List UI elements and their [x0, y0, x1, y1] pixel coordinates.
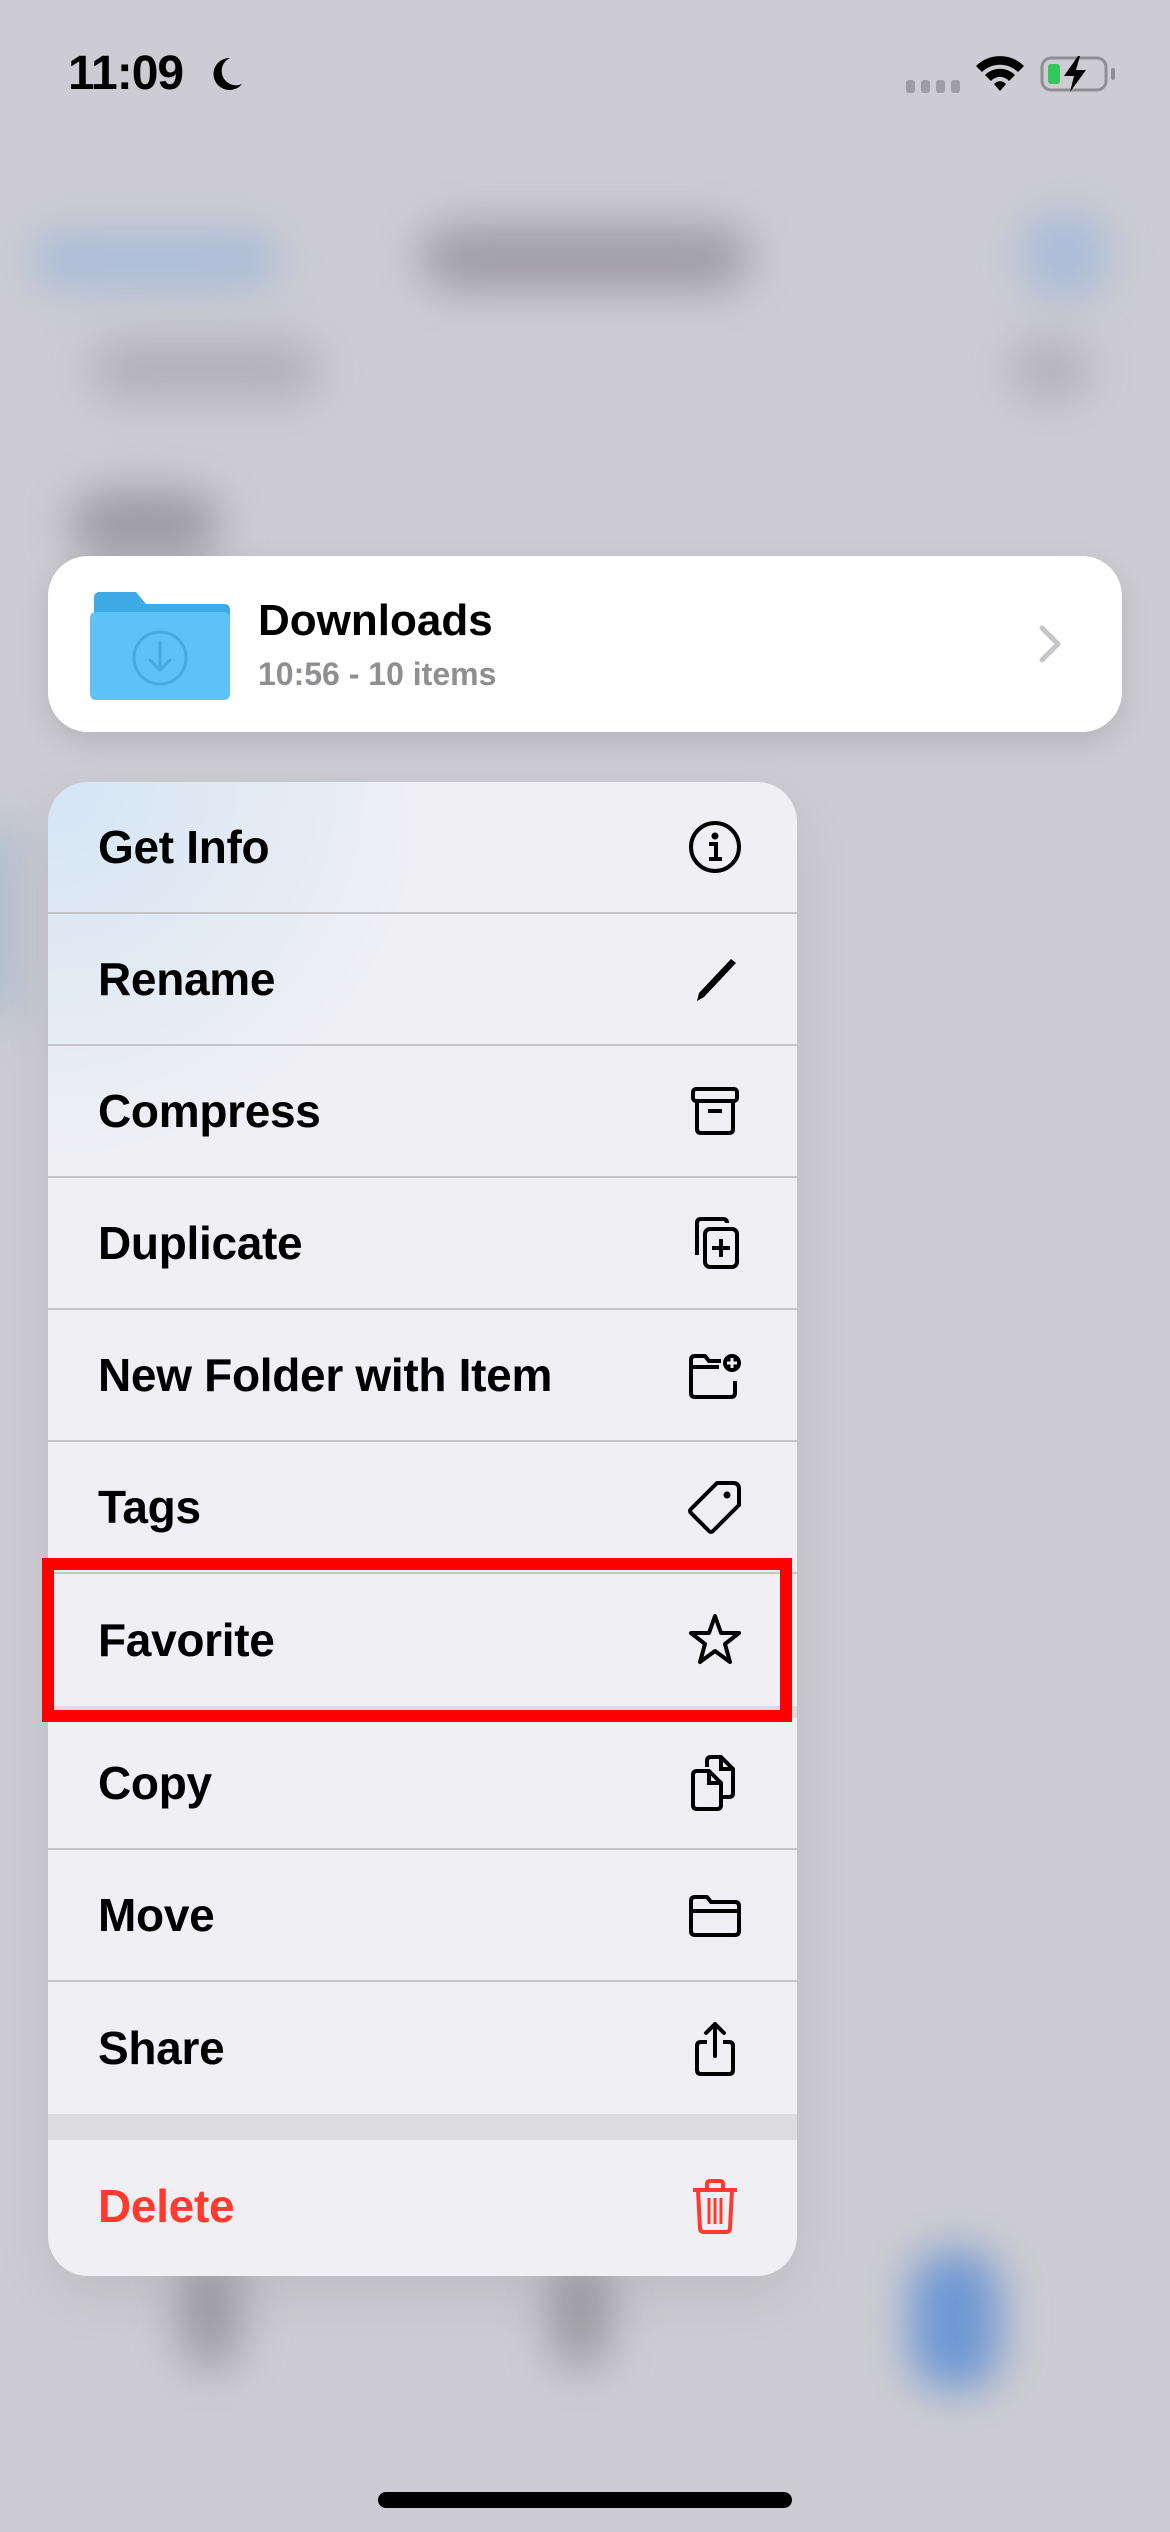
share-icon: [687, 2020, 743, 2076]
pencil-icon: [687, 951, 743, 1007]
downloads-folder-icon: [90, 592, 230, 700]
folder-preview-card[interactable]: Downloads 10:56 - 10 items: [48, 556, 1122, 732]
menu-item-duplicate[interactable]: Duplicate: [48, 1178, 797, 1310]
menu-item-new-folder-with-item[interactable]: New Folder with Item: [48, 1310, 797, 1442]
menu-item-move[interactable]: Move: [48, 1850, 797, 1982]
menu-item-label: Get Info: [98, 821, 270, 873]
info-circle-icon: [687, 819, 743, 875]
menu-separator: [48, 1706, 797, 1718]
chevron-right-icon: [1039, 625, 1061, 663]
folder-title: Downloads: [258, 596, 493, 645]
wifi-icon: [976, 56, 1024, 91]
menu-section-gap: [48, 2114, 797, 2140]
menu-item-favorite[interactable]: Favorite: [48, 1574, 797, 1706]
status-time: 11:09: [68, 47, 184, 100]
menu-item-label: Share: [98, 2022, 225, 2074]
blurred-tab-1: [180, 2260, 240, 2370]
blurred-row: [90, 340, 320, 400]
archive-box-icon: [687, 1083, 743, 1139]
cellular-signal-icon: [906, 80, 960, 93]
menu-item-label: Favorite: [98, 1614, 275, 1666]
battery-charging-icon: [1040, 56, 1115, 92]
home-indicator[interactable]: [378, 2492, 792, 2508]
menu-item-label: Tags: [98, 1481, 201, 1533]
folder-icon: [687, 1887, 743, 1943]
menu-item-rename[interactable]: Rename: [48, 914, 797, 1046]
tag-icon: [687, 1479, 743, 1535]
blurred-row-accessory: [1010, 340, 1090, 400]
menu-item-get-info[interactable]: Get Info: [48, 782, 797, 914]
folder-subtitle: 10:56 - 10 items: [258, 656, 497, 692]
menu-item-label: Duplicate: [98, 1217, 303, 1269]
blurred-back-button: [30, 230, 280, 290]
blurred-nav-title: [420, 225, 750, 290]
menu-item-label: Move: [98, 1889, 215, 1941]
star-icon: [687, 1612, 743, 1668]
folder-badge-plus-icon: [687, 1347, 743, 1403]
duplicate-plus-icon: [687, 1215, 743, 1271]
blurred-tab-3: [910, 2250, 1000, 2390]
menu-item-copy[interactable]: Copy: [48, 1718, 797, 1850]
status-bar: 11:09: [0, 0, 1170, 140]
menu-item-tags[interactable]: Tags: [48, 1442, 797, 1574]
blurred-edge: [0, 820, 20, 1020]
menu-item-label: Rename: [98, 953, 276, 1005]
menu-item-share[interactable]: Share: [48, 1982, 797, 2114]
menu-item-label: Delete: [98, 2180, 235, 2232]
menu-item-delete[interactable]: Delete: [48, 2140, 797, 2272]
blurred-section-header: [70, 490, 220, 560]
trash-icon: [687, 2178, 743, 2234]
menu-item-label: Copy: [98, 1757, 212, 1809]
moon-icon: [213, 57, 242, 90]
menu-item-compress[interactable]: Compress: [48, 1046, 797, 1178]
blurred-tab-2: [550, 2260, 610, 2370]
context-menu: Get Info Rename Compress Duplicate New F…: [48, 782, 797, 2276]
menu-item-label: New Folder with Item: [98, 1349, 553, 1401]
menu-item-label: Compress: [98, 1085, 321, 1137]
blurred-nav-action: [1020, 210, 1110, 300]
copy-documents-icon: [687, 1755, 743, 1811]
